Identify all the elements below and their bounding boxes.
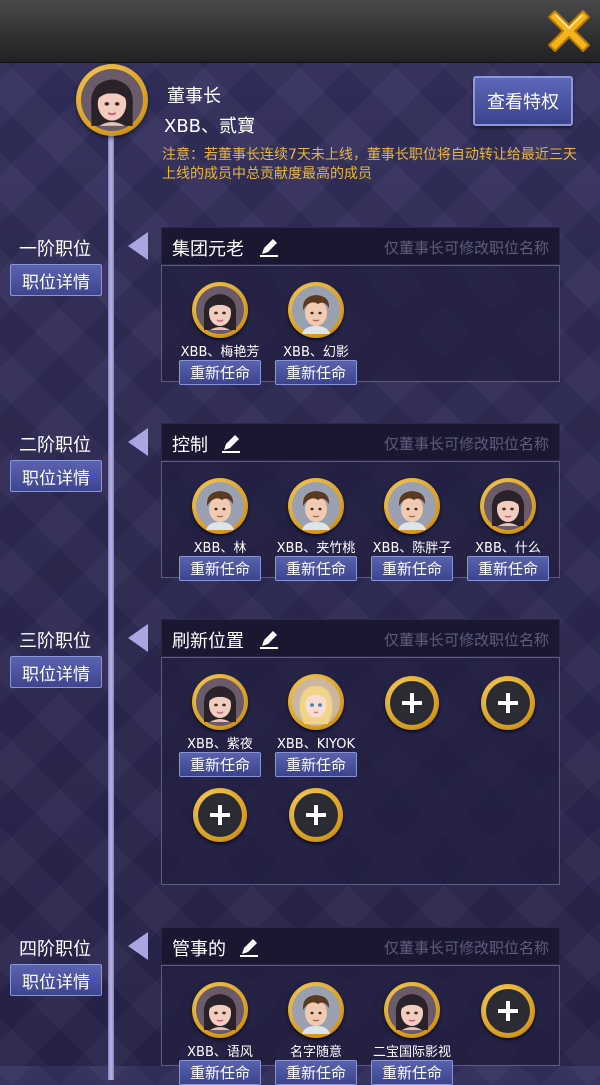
- reappoint-button[interactable]: 重新任命: [179, 360, 261, 385]
- top-bar: [0, 0, 600, 63]
- female-avatar-icon: [388, 986, 436, 1034]
- member-name: XBB、夹竹桃: [276, 541, 356, 556]
- reappoint-button[interactable]: 重新任命: [371, 1060, 453, 1085]
- tier-arrow-icon: [128, 932, 148, 960]
- member-name: XBB、KIYOK: [276, 737, 356, 752]
- reappoint-button[interactable]: 重新任命: [371, 556, 453, 581]
- female-avatar-icon: [196, 286, 244, 334]
- close-button[interactable]: [546, 8, 592, 54]
- tier-label: 二阶职位: [19, 435, 91, 456]
- member-avatar[interactable]: [288, 478, 344, 534]
- female-avatar-icon: [196, 678, 244, 726]
- pen-icon[interactable]: [238, 936, 260, 958]
- add-member-slot[interactable]: [481, 676, 535, 730]
- member-name: XBB、陈胖子: [372, 541, 452, 556]
- pen-icon[interactable]: [220, 432, 242, 454]
- leader-name: XBB、贰寶: [164, 116, 256, 137]
- member-avatar[interactable]: [384, 478, 440, 534]
- reappoint-button[interactable]: 重新任命: [275, 360, 357, 385]
- male-avatar-icon: [388, 482, 436, 530]
- tier-arrow-icon: [128, 232, 148, 260]
- plus-icon: [402, 693, 422, 713]
- reappoint-button[interactable]: 重新任命: [179, 1060, 261, 1085]
- tier-detail-button[interactable]: 职位详情: [10, 656, 102, 688]
- member-name: XBB、幻影: [283, 345, 349, 360]
- plus-icon: [498, 693, 518, 713]
- member-name: 二宝国际影视: [372, 1045, 451, 1060]
- member-avatar[interactable]: [384, 982, 440, 1038]
- male-avatar-icon: [196, 482, 244, 530]
- tier-hint: 仅董事长可修改职位名称: [383, 239, 549, 257]
- tier-arrow-icon: [128, 428, 148, 456]
- reappoint-button[interactable]: 重新任命: [179, 752, 261, 777]
- tier-name: 控制: [172, 435, 208, 456]
- tier-header: 管事的 仅董事长可修改职位名称: [161, 927, 560, 965]
- plus-icon: [210, 805, 230, 825]
- tier-arrow-icon: [128, 624, 148, 652]
- tier-header: 刷新位置 仅董事长可修改职位名称: [161, 619, 560, 657]
- pen-icon[interactable]: [258, 236, 280, 258]
- reappoint-button[interactable]: 重新任命: [467, 556, 549, 581]
- tier-hint: 仅董事长可修改职位名称: [383, 435, 549, 453]
- female-avatar-icon: [196, 986, 244, 1034]
- tier-label: 三阶职位: [19, 631, 91, 652]
- tier-header: 集团元老 仅董事长可修改职位名称: [161, 227, 560, 265]
- leader-title: 董事长: [167, 86, 221, 107]
- blonde-avatar-icon: [292, 678, 340, 726]
- tier-name: 管事的: [172, 939, 226, 960]
- male-avatar-icon: [292, 482, 340, 530]
- pen-icon[interactable]: [258, 628, 280, 650]
- timeline-line: [108, 120, 114, 1080]
- reappoint-button[interactable]: 重新任命: [275, 752, 357, 777]
- add-member-slot[interactable]: [193, 788, 247, 842]
- plus-icon: [498, 1001, 518, 1021]
- tier-header: 控制 仅董事长可修改职位名称: [161, 423, 560, 461]
- member-name: 名字随意: [289, 1045, 342, 1060]
- male-avatar-icon: [292, 286, 340, 334]
- member-avatar[interactable]: [192, 478, 248, 534]
- male-avatar-icon: [292, 986, 340, 1034]
- tier-name: 刷新位置: [172, 631, 244, 652]
- tier-detail-button[interactable]: 职位详情: [10, 964, 102, 996]
- view-privileges-button[interactable]: 查看特权: [473, 76, 573, 126]
- leader-notice: 注意：若董事长连续7天未上线，董事长职位将自动转让给最近三天上线的成员中总贡献度…: [162, 147, 577, 182]
- leader-avatar[interactable]: [76, 64, 148, 136]
- member-name: XBB、紫夜: [187, 737, 253, 752]
- tier-label: 一阶职位: [19, 239, 91, 260]
- member-avatar[interactable]: [288, 282, 344, 338]
- tier-label: 四阶职位: [19, 939, 91, 960]
- close-x-icon: [548, 10, 590, 52]
- tier-detail-button[interactable]: 职位详情: [10, 460, 102, 492]
- add-member-slot[interactable]: [481, 984, 535, 1038]
- reappoint-button[interactable]: 重新任命: [179, 556, 261, 581]
- member-avatar[interactable]: [192, 282, 248, 338]
- tier-detail-button[interactable]: 职位详情: [10, 264, 102, 296]
- tier-hint: 仅董事长可修改职位名称: [383, 631, 549, 649]
- member-avatar[interactable]: [480, 478, 536, 534]
- reappoint-button[interactable]: 重新任命: [275, 1060, 357, 1085]
- member-avatar[interactable]: [288, 982, 344, 1038]
- plus-icon: [306, 805, 326, 825]
- reappoint-button[interactable]: 重新任命: [275, 556, 357, 581]
- tier-hint: 仅董事长可修改职位名称: [383, 939, 549, 957]
- add-member-slot[interactable]: [289, 788, 343, 842]
- member-name: XBB、梅艳芳: [180, 345, 260, 360]
- add-member-slot[interactable]: [385, 676, 439, 730]
- member-name: XBB、语风: [187, 1045, 253, 1060]
- member-avatar[interactable]: [192, 982, 248, 1038]
- female-avatar-icon: [484, 482, 532, 530]
- tier-name: 集团元老: [172, 239, 244, 260]
- member-avatar[interactable]: [192, 674, 248, 730]
- member-name: XBB、什么: [475, 541, 541, 556]
- member-name: XBB、林: [193, 541, 247, 556]
- member-avatar[interactable]: [288, 674, 344, 730]
- female-avatar-icon: [81, 69, 143, 131]
